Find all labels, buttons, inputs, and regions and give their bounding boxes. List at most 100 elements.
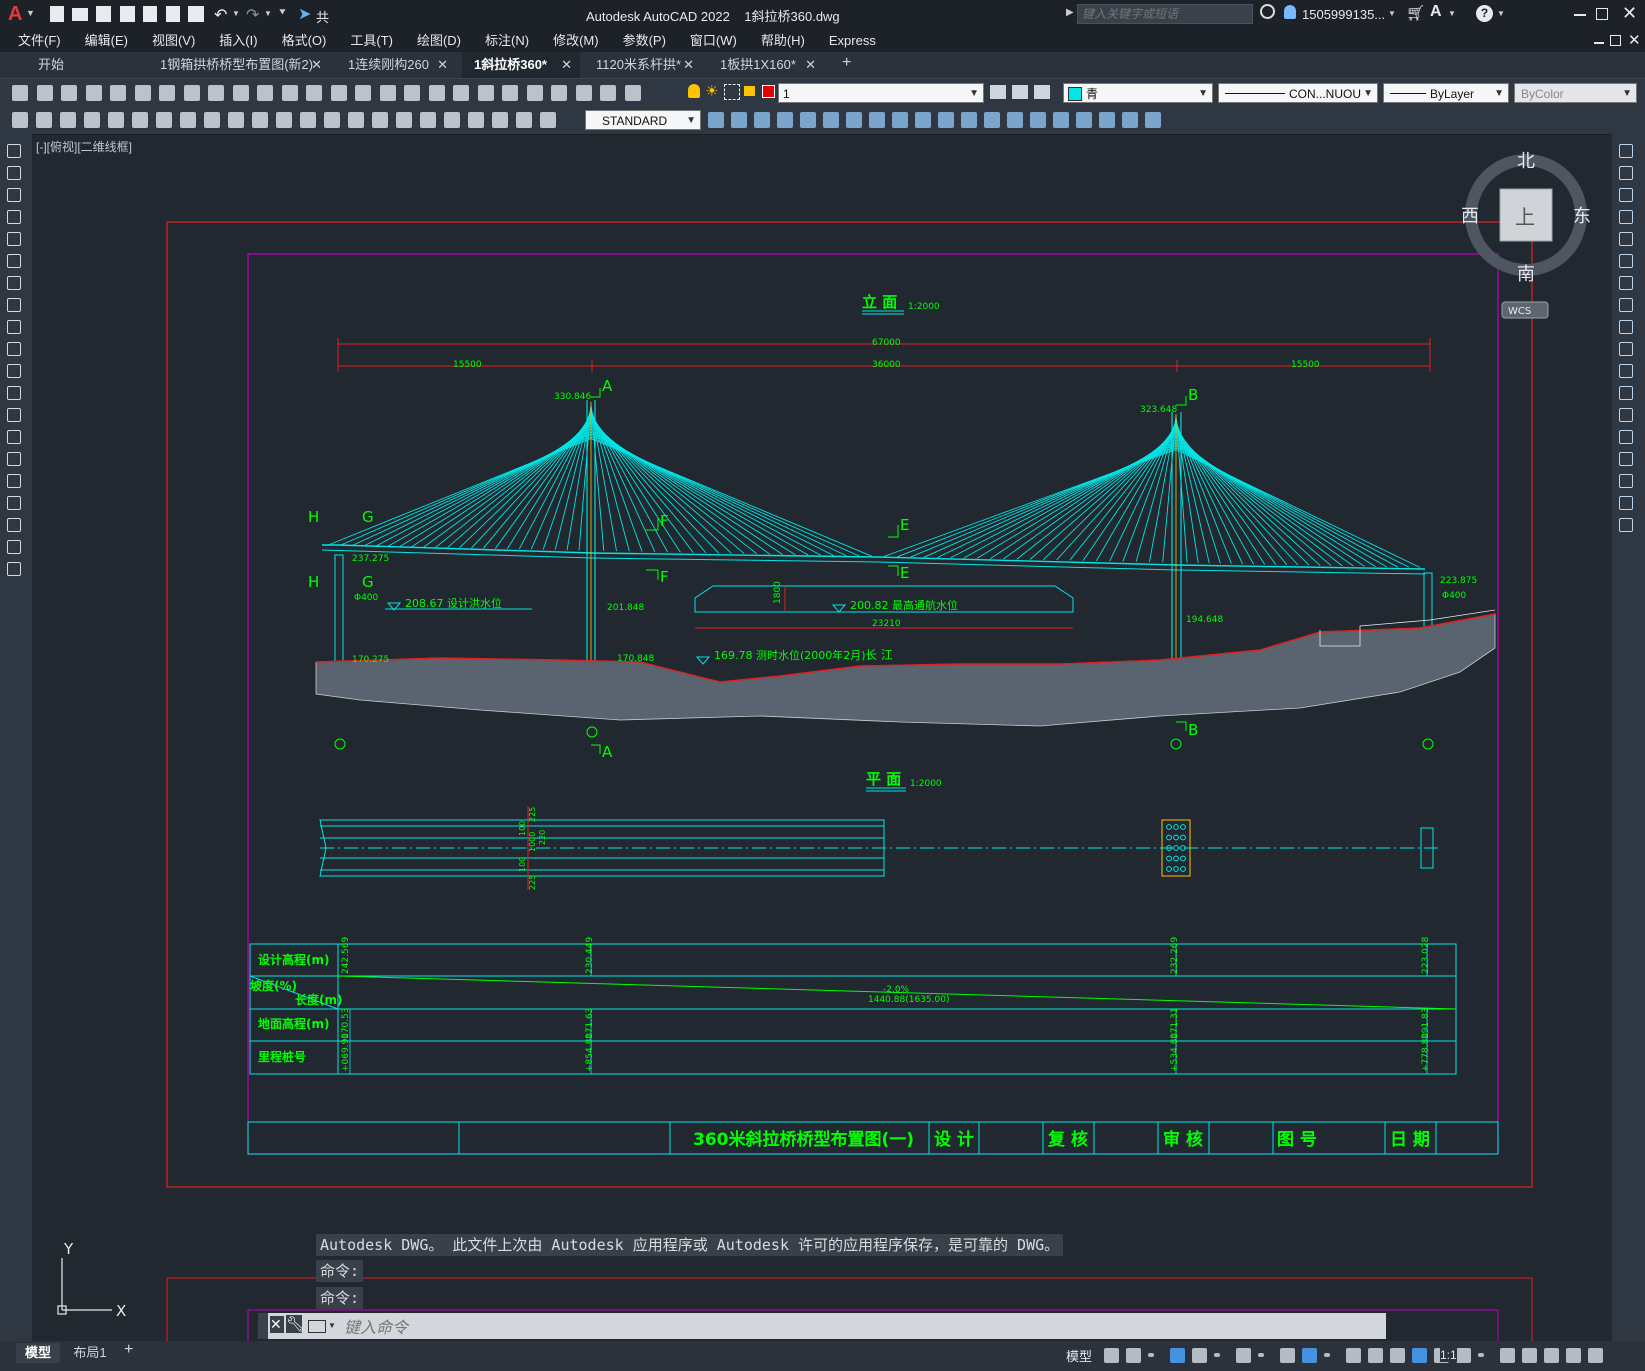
dim-edit-icon[interactable] <box>492 112 508 128</box>
annotation-monitor-icon[interactable] <box>1500 1348 1515 1363</box>
color-dropdown[interactable]: 青 ▼ <box>1063 83 1213 103</box>
tab-model[interactable]: 模型 <box>16 1343 60 1363</box>
spline-icon[interactable] <box>7 320 21 334</box>
maximize-button[interactable] <box>1596 8 1608 20</box>
circle-icon[interactable] <box>7 276 21 290</box>
undo-dropdown-icon[interactable]: ▼ <box>232 9 240 18</box>
menu-item-2[interactable]: 视图(V) <box>140 30 207 52</box>
open-icon[interactable] <box>36 85 53 101</box>
properties-icon[interactable] <box>453 85 469 101</box>
user-dropdown-icon[interactable]: ▼ <box>1388 9 1396 18</box>
linear-dim-icon[interactable] <box>84 112 100 128</box>
clean-screen-icon[interactable] <box>1566 1348 1581 1363</box>
quickcalc-icon[interactable] <box>575 85 592 101</box>
stretch-icon[interactable] <box>892 112 908 128</box>
redo-icon[interactable] <box>330 85 347 101</box>
snap-dropdown-icon[interactable] <box>1148 1353 1154 1357</box>
publish-icon[interactable] <box>166 6 180 22</box>
autocad-logo[interactable]: A <box>8 3 22 26</box>
break-icon[interactable] <box>1619 408 1633 422</box>
layer-previous-icon[interactable] <box>1034 85 1050 99</box>
ortho-icon[interactable] <box>1170 1348 1185 1363</box>
jogged-linear-icon[interactable] <box>468 112 484 128</box>
new-icon[interactable] <box>12 85 28 101</box>
break-at-point-icon[interactable] <box>1619 386 1633 400</box>
dim-update-icon[interactable] <box>540 112 556 128</box>
close-button[interactable]: ✕ <box>1622 3 1637 24</box>
command-bar-grip[interactable] <box>258 1313 268 1339</box>
close-icon[interactable]: ✕ <box>805 52 816 78</box>
trim-icon[interactable] <box>915 112 931 128</box>
ordinate-dim-icon[interactable] <box>156 112 172 128</box>
array-icon[interactable] <box>800 112 816 128</box>
menu-item-9[interactable]: 参数(P) <box>611 30 678 52</box>
extend-icon[interactable] <box>1619 364 1633 378</box>
dim-space-icon[interactable] <box>348 112 364 128</box>
help-dropdown-icon[interactable]: ▼ <box>1497 9 1505 18</box>
construction-line-icon[interactable] <box>7 166 21 180</box>
new-icon[interactable] <box>50 6 64 22</box>
rectangle-icon[interactable] <box>7 232 21 246</box>
pan-icon[interactable] <box>355 85 371 101</box>
block-editor-icon[interactable] <box>281 85 298 101</box>
match-properties-icon[interactable] <box>257 85 273 101</box>
make-current-icon[interactable] <box>990 85 1006 99</box>
doc-restore-button[interactable] <box>1610 35 1621 46</box>
inspection-icon[interactable] <box>444 112 460 128</box>
menu-item-6[interactable]: 绘图(D) <box>405 30 473 52</box>
break-icon[interactable] <box>984 112 1000 128</box>
app-menu-arrow-icon[interactable]: ▼ <box>26 8 35 18</box>
tab-file-3[interactable]: 1斜拉桥360* ✕ <box>462 52 580 78</box>
add-selected-icon[interactable] <box>7 562 21 576</box>
publish-icon[interactable] <box>134 85 151 101</box>
polar-icon[interactable] <box>1192 1348 1207 1363</box>
quick-dim-icon[interactable] <box>276 112 292 128</box>
viewcube[interactable]: 上 北 南 东 西 WCS <box>1461 151 1591 319</box>
tab-file-5[interactable]: 1板拱1X160* ✕ <box>708 52 824 78</box>
command-input[interactable] <box>342 1315 1376 1339</box>
tool-palettes-icon[interactable] <box>502 85 518 101</box>
polar-dropdown-icon[interactable] <box>1214 1353 1220 1357</box>
close-icon[interactable]: ✕ <box>311 52 322 78</box>
blend-curves-icon[interactable] <box>1619 496 1633 510</box>
radius-dim-icon[interactable] <box>180 112 196 128</box>
customize-icon[interactable] <box>1588 1348 1603 1363</box>
undo-icon[interactable]: ↶ <box>214 5 227 25</box>
minimize-button[interactable] <box>1574 14 1586 16</box>
linetype-dropdown[interactable]: CON...NUOU ▼ <box>1218 83 1378 103</box>
layer-states-icon[interactable] <box>12 112 28 128</box>
move-icon[interactable] <box>1619 254 1633 268</box>
snap-icon[interactable] <box>1126 1348 1141 1363</box>
point-icon[interactable] <box>7 430 21 444</box>
draworder-icon[interactable] <box>1122 112 1138 128</box>
annotation-visibility-icon[interactable] <box>1390 1348 1405 1363</box>
isodraft-dropdown-icon[interactable] <box>1258 1353 1264 1357</box>
region-icon[interactable] <box>7 496 21 510</box>
continue-dim-icon[interactable] <box>324 112 340 128</box>
cut-icon[interactable] <box>183 85 200 101</box>
save-as-icon[interactable] <box>120 6 135 22</box>
menu-item-8[interactable]: 修改(M) <box>541 30 611 52</box>
mirror-icon[interactable] <box>1619 188 1633 202</box>
hatch-icon[interactable] <box>7 452 21 466</box>
grid-icon[interactable] <box>1104 1348 1119 1363</box>
fillet-icon[interactable] <box>1619 474 1633 488</box>
erase-icon[interactable] <box>708 112 724 128</box>
revision-cloud-icon[interactable] <box>7 298 21 312</box>
doc-close-button[interactable]: ✕ <box>1628 31 1641 49</box>
layer-dropdown[interactable]: 1 ▼ <box>778 83 984 103</box>
layer-off-icon[interactable] <box>60 112 76 128</box>
menu-item-0[interactable]: 文件(F) <box>6 30 73 52</box>
menu-item-7[interactable]: 标注(N) <box>473 30 541 52</box>
insert-block-icon[interactable] <box>7 386 21 400</box>
menu-item-3[interactable]: 插入(I) <box>207 30 269 52</box>
plot-icon[interactable] <box>188 6 204 22</box>
paste-icon[interactable] <box>232 85 249 101</box>
autodesk-app-dropdown-icon[interactable]: ▼ <box>1448 9 1456 18</box>
tab-file-2[interactable]: 1连续刚构260 ✕ <box>336 52 456 78</box>
sun-icon[interactable]: ☀ <box>705 82 718 100</box>
object-track-icon[interactable] <box>1280 1348 1295 1363</box>
join-icon[interactable] <box>1619 430 1633 444</box>
offset-icon[interactable] <box>1619 210 1633 224</box>
design-center-icon[interactable] <box>477 85 494 101</box>
